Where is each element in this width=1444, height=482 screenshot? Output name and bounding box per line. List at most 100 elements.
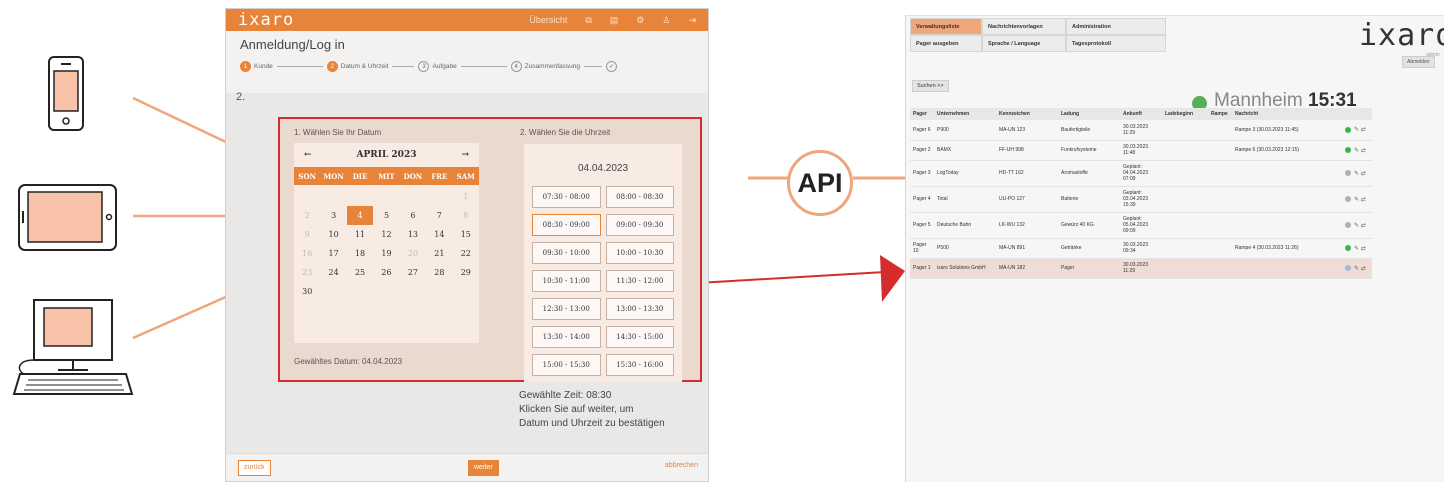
calendar-day[interactable]: 30: [294, 282, 320, 301]
time-slot-button[interactable]: 13:30 - 14:00: [532, 326, 601, 348]
column-header[interactable]: Ladebeginn: [1162, 108, 1208, 120]
time-slot-button[interactable]: 12:30 - 13:00: [532, 298, 601, 320]
step-divider: [460, 66, 507, 67]
tab-verwaltungsliste[interactable]: Verwaltungsliste: [910, 18, 982, 35]
calendar-day[interactable]: 11: [347, 225, 373, 244]
row-actions: ✎ ⇄: [1342, 186, 1372, 213]
step-label: Zusammenfassung: [524, 63, 580, 70]
table-cell-ramp: [1208, 140, 1232, 161]
column-header[interactable]: Ankunft: [1120, 108, 1162, 120]
edit-icon[interactable]: ✎ ⇄: [1354, 265, 1366, 272]
time-slot-button[interactable]: 10:30 - 11:00: [532, 270, 601, 292]
data-flow-arrow-line: [697, 271, 886, 284]
time-slot-button[interactable]: 15:30 - 16:00: [605, 354, 674, 376]
tab-nachrichtenvorlagen[interactable]: Nachrichtenvorlagen: [982, 18, 1066, 35]
time-slot-button[interactable]: 09:30 - 10:00: [532, 242, 601, 264]
edit-icon[interactable]: ✎ ⇄: [1354, 245, 1366, 252]
arrow-left-icon[interactable]: ←: [304, 150, 312, 160]
column-header[interactable]: Rampe: [1208, 108, 1232, 120]
status-dot-icon: [1345, 147, 1351, 154]
calendar-day[interactable]: 23: [294, 263, 320, 282]
logout-icon[interactable]: ⇥: [688, 15, 696, 26]
calendar-day[interactable]: 9: [294, 225, 320, 244]
back-button[interactable]: zurück: [238, 460, 271, 476]
calendar-day[interactable]: 17: [320, 244, 346, 263]
time-slot-button[interactable]: 08:00 - 08:30: [605, 186, 674, 208]
column-header[interactable]: Kennzeichen: [996, 108, 1058, 120]
time-slot-button[interactable]: 09:00 - 09:30: [605, 214, 674, 236]
tab-sprache[interactable]: Sprache / Language: [982, 35, 1066, 52]
calendar-day[interactable]: 7: [426, 206, 452, 225]
table-cell-cargo: Baufertigteile: [1058, 120, 1120, 141]
user-icon[interactable]: ♙: [662, 15, 670, 26]
calendar-day[interactable]: 15: [453, 225, 479, 244]
step-date-time[interactable]: 2 Datum & Uhrzeit: [326, 61, 388, 72]
search-button[interactable]: Suchen >>: [912, 80, 949, 92]
calendar-day[interactable]: 4: [346, 206, 374, 225]
time-slot-button[interactable]: 10:00 - 10:30: [605, 242, 674, 264]
time-slot-button[interactable]: 08:30 - 09:00: [532, 214, 601, 236]
edit-icon[interactable]: ✎ ⇄: [1354, 170, 1366, 177]
table-row[interactable]: Pager 6 P900 MA-UN 123 Baufertigteile 30.03.…: [910, 120, 1372, 141]
time-slot-button[interactable]: 15:00 - 15:30: [532, 354, 601, 376]
calendar-day[interactable]: 29: [453, 263, 479, 282]
calendar-day[interactable]: 6: [400, 206, 426, 225]
nav-overview-link[interactable]: Übersicht: [529, 15, 567, 25]
calendar-icon[interactable]: ▤: [610, 15, 619, 26]
step-task[interactable]: 3 Aufgabe: [418, 61, 457, 72]
calendar-day[interactable]: 14: [426, 225, 452, 244]
edit-icon[interactable]: ✎ ⇄: [1354, 196, 1366, 203]
calendar-day[interactable]: 3: [320, 206, 346, 225]
calendar-day[interactable]: 18: [347, 244, 373, 263]
column-header[interactable]: Pager: [910, 108, 934, 120]
table-row[interactable]: Pager 10 P500 MA-UN 891 Getränke 30.03.2023 …: [910, 238, 1372, 259]
calendar-day[interactable]: 25: [347, 263, 373, 282]
calendar-day[interactable]: 12: [373, 225, 399, 244]
table-row[interactable]: Pager 2 BAMX FF-UH 998 Funkrufsysteme 30.03.…: [910, 140, 1372, 161]
calendar-day[interactable]: 16: [294, 244, 320, 263]
next-button[interactable]: weiter: [468, 460, 499, 476]
step-done[interactable]: ✓: [605, 61, 617, 72]
column-header[interactable]: Unternehmen: [934, 108, 996, 120]
data-flow-arrowhead: [880, 255, 905, 302]
edit-icon[interactable]: ✎ ⇄: [1354, 126, 1366, 133]
edit-icon[interactable]: ✎ ⇄: [1354, 222, 1366, 229]
logout-button[interactable]: Abmelden: [1402, 56, 1435, 68]
tab-pager-ausgeben[interactable]: Pager ausgeben: [910, 35, 982, 52]
tab-tagesprotokoll[interactable]: Tagesprotokoll: [1066, 35, 1166, 52]
calendar-day[interactable]: 20: [400, 244, 426, 263]
external-link-icon[interactable]: ⧉: [585, 15, 591, 26]
edit-icon[interactable]: ✎ ⇄: [1354, 147, 1366, 154]
calendar-day[interactable]: 22: [453, 244, 479, 263]
table-row[interactable]: Pager 4 Total UU-PO 127 Batterie Geplant: 03…: [910, 186, 1372, 213]
gear-icon[interactable]: ⚙: [636, 15, 644, 26]
table-cell-loading: [1162, 140, 1208, 161]
calendar-day[interactable]: 24: [320, 263, 346, 282]
arrow-right-icon[interactable]: →: [461, 150, 469, 160]
calendar-day[interactable]: 28: [426, 263, 452, 282]
calendar-day[interactable]: 27: [400, 263, 426, 282]
time-slot-button[interactable]: 07:30 - 08:00: [532, 186, 601, 208]
time-slot-button[interactable]: 11:30 - 12:00: [605, 270, 674, 292]
time-slot-button[interactable]: 14:30 - 15:00: [605, 326, 674, 348]
calendar-day[interactable]: 21: [426, 244, 452, 263]
calendar-day[interactable]: 8: [453, 206, 479, 225]
table-row[interactable]: Pager 5 Deutsche Bahn LK-WU 132 Gewürz 40 K…: [910, 212, 1372, 239]
calendar-day[interactable]: 2: [294, 206, 320, 225]
column-header[interactable]: Ladung: [1058, 108, 1120, 120]
calendar-day[interactable]: 26: [373, 263, 399, 282]
cancel-link[interactable]: abbrechen: [665, 462, 698, 469]
tab-administration[interactable]: Administration: [1066, 18, 1166, 35]
table-row[interactable]: Pager 3 LogToday HD-TT 162 Aromastoffe Gepla…: [910, 160, 1372, 187]
step-summary[interactable]: 4 Zusammenfassung: [510, 61, 580, 72]
calendar-day[interactable]: 13: [400, 225, 426, 244]
column-header[interactable]: Nachricht: [1232, 108, 1342, 120]
status-dot-icon: [1345, 265, 1351, 272]
calendar-day[interactable]: 10: [320, 225, 346, 244]
time-slot-button[interactable]: 13:00 - 13:30: [605, 298, 674, 320]
table-row[interactable]: Pager 1 ixaro Solutions GmbH MA-UN 182 Page…: [910, 258, 1372, 279]
calendar-day[interactable]: 1: [453, 187, 479, 206]
calendar-day[interactable]: 19: [373, 244, 399, 263]
step-customer[interactable]: 1 Kunde: [240, 61, 273, 72]
calendar-day[interactable]: 5: [373, 206, 399, 225]
